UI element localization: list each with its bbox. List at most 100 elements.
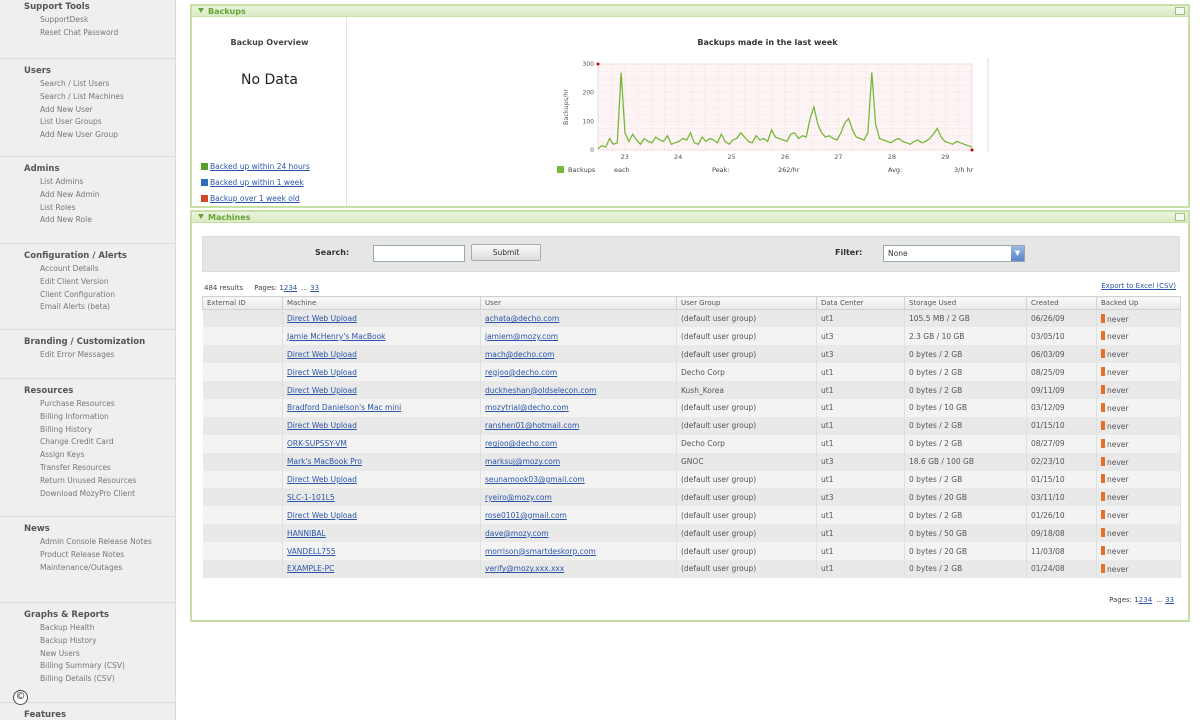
sidebar-item-assign-keys[interactable]: Assign Keys bbox=[24, 449, 136, 462]
table-row[interactable]: SLC-1-101L5 ryeiro@mozy.com (default user … bbox=[202, 488, 1181, 507]
sidebar-item-list-admins[interactable]: List Admins bbox=[24, 176, 100, 189]
machine-link[interactable]: Bradford Danielson's Mac mini bbox=[287, 403, 401, 412]
table-row[interactable]: Direct Web Upload mach@decho.com (default … bbox=[202, 345, 1181, 364]
legend-link-1week[interactable]: Backed up within 1 week bbox=[201, 178, 304, 187]
user-email-link[interactable]: regjoo@decho.com bbox=[485, 439, 557, 448]
chevron-down-icon[interactable]: ▼ bbox=[1011, 246, 1024, 261]
machine-link[interactable]: SLC-1-101L5 bbox=[287, 493, 335, 502]
machine-link[interactable]: ORK-SUPSSY-VM bbox=[287, 439, 347, 448]
sidebar-item-admin-console-release-notes[interactable]: Admin Console Release Notes bbox=[24, 536, 152, 549]
table-row[interactable]: HANNIBAL dave@mozy.com (default user group… bbox=[202, 524, 1181, 543]
table-row[interactable]: VANDELL755 morrison@smartdeskorp.com (defa… bbox=[202, 542, 1181, 560]
sidebar-item-product-release-notes[interactable]: Product Release Notes bbox=[24, 549, 152, 562]
column-header-created[interactable]: Created bbox=[1026, 296, 1097, 310]
submit-button[interactable]: Submit bbox=[471, 244, 541, 261]
sidebar-item-transfer-resources[interactable]: Transfer Resources bbox=[24, 462, 136, 475]
search-input[interactable] bbox=[373, 245, 465, 262]
user-email-link[interactable]: marksuj@mozy.com bbox=[485, 457, 560, 466]
sidebar-item-maintenance-outages[interactable]: Maintenance/Outages bbox=[24, 562, 152, 575]
column-header-backed-up[interactable]: Backed Up bbox=[1096, 296, 1181, 310]
machine-link[interactable]: Direct Web Upload bbox=[287, 368, 357, 377]
page-link[interactable]: 4 bbox=[293, 284, 297, 292]
panel-expand-icon[interactable] bbox=[1175, 213, 1185, 221]
machine-link[interactable]: Mark's MacBook Pro bbox=[287, 457, 362, 466]
user-email-link[interactable]: seunamook03@gmail.com bbox=[485, 475, 585, 484]
user-email-link[interactable]: achata@decho.com bbox=[485, 314, 559, 323]
legend-link-old[interactable]: Backup over 1 week old bbox=[201, 194, 300, 203]
sidebar-item-backup-history[interactable]: Backup History bbox=[24, 635, 125, 648]
sidebar-item-add-new-role[interactable]: Add New Role bbox=[24, 214, 100, 227]
column-header-user[interactable]: User bbox=[480, 296, 677, 310]
table-row[interactable]: ORK-SUPSSY-VM regjoo@decho.com Decho Corp u… bbox=[202, 434, 1181, 453]
sidebar-item-list-user-groups[interactable]: List User Groups bbox=[24, 116, 124, 129]
export-csv-text[interactable]: Export to Excel (CSV) bbox=[1101, 282, 1176, 290]
sidebar-item-search-list-users[interactable]: Search / List Users bbox=[24, 78, 124, 91]
column-header-machine[interactable]: Machine bbox=[282, 296, 481, 310]
machine-link[interactable]: VANDELL755 bbox=[287, 547, 336, 556]
sidebar-item-download-mozypro-client[interactable]: Download MozyPro Client bbox=[24, 488, 136, 501]
legend-link-24h[interactable]: Backed up within 24 hours bbox=[201, 162, 310, 171]
sidebar-item-backup-health[interactable]: Backup Health bbox=[24, 622, 125, 635]
sidebar-item-billing-details-csv[interactable]: Billing Details (CSV) bbox=[24, 673, 125, 686]
user-email-link[interactable]: dave@mozy.com bbox=[485, 529, 549, 538]
collapse-arrow-icon[interactable] bbox=[198, 214, 204, 219]
column-header-user-group[interactable]: User Group bbox=[676, 296, 817, 310]
user-email-link[interactable]: morrison@smartdeskorp.com bbox=[485, 547, 596, 556]
user-email-link[interactable]: duckheshan@oldselecon.com bbox=[485, 386, 596, 395]
sidebar-item-account-details[interactable]: Account Details bbox=[24, 263, 127, 276]
export-csv-link[interactable]: Export to Excel (CSV) bbox=[1101, 282, 1176, 290]
machine-link[interactable]: Direct Web Upload bbox=[287, 421, 357, 430]
backups-panel-header[interactable]: Backups bbox=[192, 6, 1188, 17]
sidebar-item-add-new-admin[interactable]: Add New Admin bbox=[24, 189, 100, 202]
user-email-link[interactable]: jamiem@mozy.com bbox=[485, 332, 558, 341]
sidebar-item-purchase-resources[interactable]: Purchase Resources bbox=[24, 398, 136, 411]
column-header-data-center[interactable]: Data Center bbox=[816, 296, 905, 310]
sidebar-item-change-credit-card[interactable]: Change Credit Card bbox=[24, 436, 136, 449]
user-email-link[interactable]: mozytrial@decho.com bbox=[485, 403, 569, 412]
sidebar-item-edit-client-version[interactable]: Edit Client Version bbox=[24, 276, 127, 289]
sidebar-item-billing-history[interactable]: Billing History bbox=[24, 424, 136, 437]
collapse-arrow-icon[interactable] bbox=[198, 8, 204, 13]
user-email-link[interactable]: ryeiro@mozy.com bbox=[485, 493, 552, 502]
sidebar-item-list-roles[interactable]: List Roles bbox=[24, 202, 100, 215]
sidebar-item-new-users[interactable]: New Users bbox=[24, 648, 125, 661]
page-link[interactable]: 4 bbox=[1148, 596, 1152, 604]
table-row[interactable]: Mark's MacBook Pro marksuj@mozy.com GNOC ut… bbox=[202, 452, 1181, 471]
sidebar-item-edit-error-messages[interactable]: Edit Error Messages bbox=[24, 349, 145, 362]
user-email-link[interactable]: mach@decho.com bbox=[485, 350, 554, 359]
page-link[interactable]: 33 bbox=[310, 284, 319, 292]
machine-link[interactable]: Direct Web Upload bbox=[287, 314, 357, 323]
page-link[interactable]: 33 bbox=[1165, 596, 1174, 604]
user-email-link[interactable]: ranshen01@hotmail.com bbox=[485, 421, 579, 430]
sidebar-item-search-list-machines[interactable]: Search / List Machines bbox=[24, 91, 124, 104]
table-row[interactable]: Bradford Danielson's Mac mini mozytrial@d… bbox=[202, 398, 1181, 417]
sidebar-item-supportdesk[interactable]: SupportDesk bbox=[24, 14, 118, 27]
sidebar-item-client-configuration[interactable]: Client Configuration bbox=[24, 289, 127, 302]
sidebar-item-billing-information[interactable]: Billing Information bbox=[24, 411, 136, 424]
user-email-link[interactable]: verify@mozy.xxx.xxx bbox=[485, 564, 564, 573]
sidebar-item-add-new-user[interactable]: Add New User bbox=[24, 104, 124, 117]
table-row[interactable]: EXAMPLE-PC verify@mozy.xxx.xxx (default us… bbox=[202, 559, 1181, 578]
table-row[interactable]: Direct Web Upload duckheshan@oldselecon.c… bbox=[202, 381, 1181, 399]
machine-link[interactable]: Direct Web Upload bbox=[287, 475, 357, 484]
sidebar-item-add-new-user-group[interactable]: Add New User Group bbox=[24, 129, 124, 142]
machines-panel-header[interactable]: Machines bbox=[192, 212, 1188, 223]
user-email-link[interactable]: regjoo@decho.com bbox=[485, 368, 557, 377]
panel-expand-icon[interactable] bbox=[1175, 7, 1185, 15]
table-row[interactable]: Direct Web Upload achata@decho.com (defaul… bbox=[202, 309, 1181, 328]
machine-link[interactable]: Jamie McHenry's MacBook bbox=[287, 332, 386, 341]
machine-link[interactable]: Direct Web Upload bbox=[287, 386, 357, 395]
sidebar-item-email-alerts-beta[interactable]: Email Alerts (beta) bbox=[24, 301, 127, 314]
table-row[interactable]: Direct Web Upload ranshen01@hotmail.com (d… bbox=[202, 416, 1181, 435]
machine-link[interactable]: Direct Web Upload bbox=[287, 350, 357, 359]
table-row[interactable]: Direct Web Upload regjoo@decho.com Decho C… bbox=[202, 363, 1181, 382]
table-row[interactable]: Direct Web Upload seunamook03@gmail.com (d… bbox=[202, 470, 1181, 489]
table-row[interactable]: Jamie McHenry's MacBook jamiem@mozy.com (d… bbox=[202, 327, 1181, 346]
filter-select[interactable]: None ▼ bbox=[883, 245, 1025, 262]
table-row[interactable]: Direct Web Upload rose0101@gmail.com (defa… bbox=[202, 506, 1181, 525]
user-email-link[interactable]: rose0101@gmail.com bbox=[485, 511, 567, 520]
sidebar-item-return-unused-resources[interactable]: Return Unused Resources bbox=[24, 475, 136, 488]
machine-link[interactable]: EXAMPLE-PC bbox=[287, 564, 334, 573]
column-header-storage-used[interactable]: Storage Used bbox=[904, 296, 1027, 310]
sidebar-item-reset-chat-password[interactable]: Reset Chat Password bbox=[24, 27, 118, 40]
